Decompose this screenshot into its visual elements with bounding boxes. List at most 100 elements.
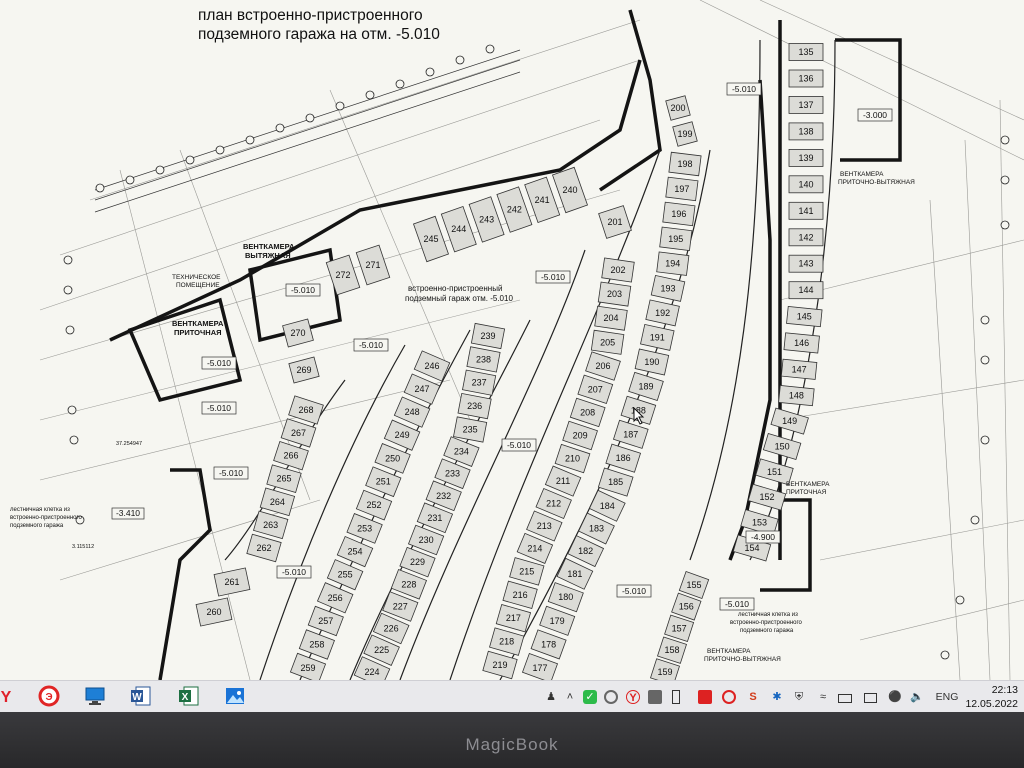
svg-text:Э: Э	[45, 692, 52, 703]
bluetooth-icon[interactable]: ✱	[770, 690, 784, 704]
device-icon[interactable]	[672, 690, 680, 704]
stall-number: 227	[393, 602, 408, 612]
garage-floor-plan: 135 136 137 138 139 140 141 142 143 144 145 146 147 1…	[10, 0, 1024, 680]
stall-number: 242	[507, 205, 522, 215]
stall-number: 272	[335, 270, 350, 280]
stall-number: 192	[655, 308, 670, 318]
level-marks: -5.010 -5.010 -5.010 -5.010 -5.010 -5.01…	[111, 82, 893, 611]
wifi-icon[interactable]: ≈	[816, 690, 830, 704]
label-stair-left: подземного гаража	[10, 523, 64, 529]
label-stair-right: подземного гаража	[740, 628, 794, 634]
plan-title: план встроенно-пристроенного подземного …	[198, 6, 440, 44]
stall-number: 255	[338, 570, 353, 580]
note: 3.115112	[72, 544, 94, 550]
sync-icon[interactable]	[604, 690, 618, 704]
stall-number: 150	[775, 442, 790, 452]
stall-number: 260	[206, 607, 221, 617]
stall-number: 238	[476, 354, 491, 364]
stall-number: 146	[794, 338, 809, 348]
level-mark: -5.010	[732, 84, 756, 94]
stall-number: 159	[657, 667, 672, 677]
chevron-up-icon[interactable]: ˄	[563, 690, 577, 704]
stall-number: 270	[290, 328, 305, 338]
stall-number: 138	[798, 126, 813, 136]
stall-number: 187	[623, 429, 638, 439]
stall-number: 209	[573, 431, 588, 441]
level-mark: -5.010	[291, 285, 315, 295]
level-mark: -3.410	[116, 508, 140, 518]
people-icon[interactable]: ♟	[544, 690, 558, 704]
stall-number: 271	[365, 260, 380, 270]
level-mark: -5.010	[622, 586, 646, 596]
language-indicator[interactable]: ENG	[934, 690, 960, 704]
label-vent-exhaust: ВЫТЯЖНАЯ	[245, 251, 291, 260]
label-vent-supply: ВЕНТКАМЕРА	[786, 481, 830, 488]
stall-number: 244	[451, 224, 466, 234]
recorder-icon[interactable]	[698, 690, 712, 704]
stall-number: 269	[296, 365, 311, 375]
monitor-screen: 135 136 137 138 139 140 141 142 143 144 145 146 147 1…	[0, 0, 1024, 712]
stall-number: 265	[276, 474, 291, 484]
stall-number: 190	[644, 357, 659, 367]
speaker-icon[interactable]: 🔈	[910, 690, 924, 704]
yandex-tray-icon[interactable]: Y	[626, 690, 640, 704]
stall-number: 196	[671, 209, 686, 219]
level-mark: -4.900	[751, 532, 775, 542]
stall-number: 143	[798, 259, 813, 269]
microphone-icon[interactable]: ⚫	[888, 690, 902, 704]
stall-number: 235	[463, 425, 478, 435]
stall-number: 251	[376, 477, 391, 487]
stall-number: 219	[492, 660, 507, 670]
stall-number: 199	[677, 129, 692, 139]
stall-number: 184	[600, 501, 615, 511]
stall-number: 186	[616, 453, 631, 463]
stall-number: 153	[752, 518, 767, 528]
battery-icon[interactable]	[838, 694, 852, 703]
parking-stalls	[195, 43, 824, 680]
excel-icon[interactable]: X	[178, 685, 200, 707]
computer-icon[interactable]	[84, 685, 106, 707]
stall-number: 233	[445, 469, 460, 479]
stall-number: 243	[479, 214, 494, 224]
stall-number: 154	[744, 543, 759, 553]
level-mark: -5.010	[207, 358, 231, 368]
stall-number: 253	[357, 523, 372, 533]
security-shield-icon[interactable]: ⛨	[792, 690, 806, 704]
yandex-browser-icon[interactable]: Y	[0, 685, 18, 707]
app-tray-icon[interactable]	[648, 690, 662, 704]
stall-number: 157	[672, 623, 687, 633]
stall-number: 206	[595, 361, 610, 371]
stall-number: 198	[677, 159, 692, 169]
stall-number: 212	[546, 499, 561, 509]
photos-icon[interactable]	[224, 685, 246, 707]
word-icon[interactable]: W	[130, 685, 152, 707]
taskbar: Y Э W X ♟ ˄ ✓ Y S ✱ ⛨ ≈ ⚫ 🔈 ENG 22:13 12…	[0, 680, 1024, 712]
stall-number: 147	[792, 364, 807, 374]
label-vent-supply: ПРИТОЧНАЯ	[786, 489, 827, 496]
stall-number: 240	[562, 185, 577, 195]
stall-number: 261	[224, 577, 239, 587]
stall-number: 256	[328, 593, 343, 603]
s-tray-icon[interactable]: S	[746, 690, 760, 704]
level-mark: -3.000	[863, 110, 887, 120]
stall-number: 137	[798, 100, 813, 110]
stall-number: 217	[506, 613, 521, 623]
label-parking-area: встроенно-пристроенный	[408, 284, 502, 293]
antivirus-icon[interactable]: Э	[38, 685, 60, 707]
stall-number: 248	[405, 407, 420, 417]
level-mark: -5.010	[507, 440, 531, 450]
stall-number: 224	[364, 667, 379, 677]
checkmark-icon[interactable]: ✓	[583, 690, 597, 704]
stall-number: 177	[532, 663, 547, 673]
stall-number: 202	[610, 265, 625, 275]
stall-number: 254	[347, 547, 362, 557]
display-icon[interactable]	[864, 693, 877, 703]
antivirus-tray-icon[interactable]	[722, 690, 736, 704]
stall-number: 229	[410, 557, 425, 567]
stall-number: 179	[550, 616, 565, 626]
clock[interactable]: 22:13 12.05.2022	[965, 683, 1018, 711]
stall-number: 259	[300, 663, 315, 673]
stall-number: 239	[480, 331, 495, 341]
stall-number: 258	[309, 640, 324, 650]
brand-logo: MagicBook	[465, 735, 559, 754]
